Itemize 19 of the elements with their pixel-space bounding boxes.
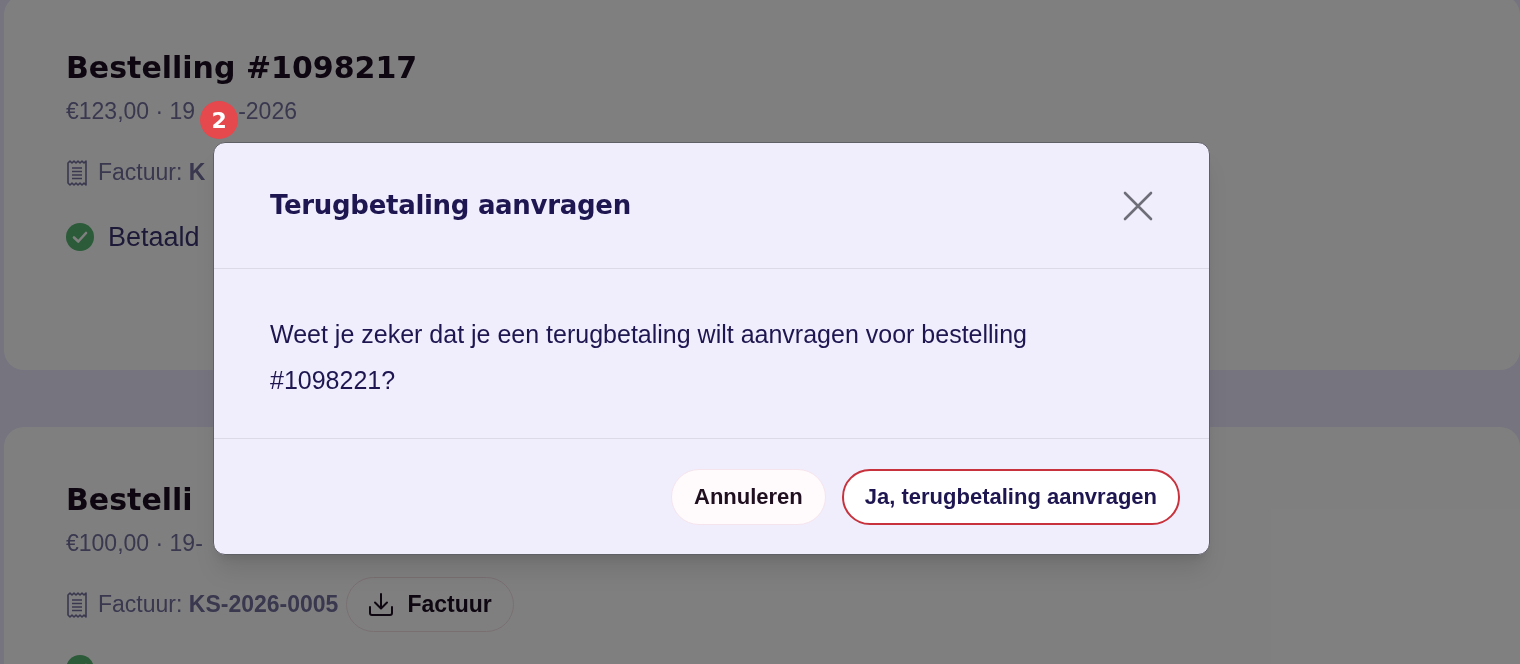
download-icon: [368, 592, 395, 617]
dialog-title: Terugbetaling aanvragen: [270, 189, 631, 222]
close-button[interactable]: [1122, 189, 1154, 222]
confirm-button[interactable]: Ja, terugbetaling aanvragen: [841, 468, 1180, 525]
download-invoice-button[interactable]: Factuur: [346, 577, 514, 632]
dialog-message: Weet je zeker dat je een terugbetaling wilt aanvragen voor bestelling #1098221?: [270, 319, 1028, 396]
order-title: Bestelling #1098217: [66, 50, 418, 86]
count-badge: 2: [200, 101, 239, 139]
invoice-text: Factuur: KS-2026-0005: [98, 590, 339, 620]
close-icon: [1123, 190, 1153, 221]
receipt-icon: [66, 591, 88, 618]
order-summary-text: €123,00 · 19: [66, 97, 196, 125]
order-summary-text: €100,00 · 19-: [66, 529, 203, 557]
status-text: Betaald: [108, 220, 200, 254]
order-title: Bestelli: [66, 482, 193, 518]
receipt-icon: [66, 159, 88, 186]
order-summary-text: -2026: [238, 97, 297, 125]
invoice-text: Factuur: K: [98, 158, 206, 188]
cancel-button[interactable]: Annuleren: [671, 468, 826, 525]
